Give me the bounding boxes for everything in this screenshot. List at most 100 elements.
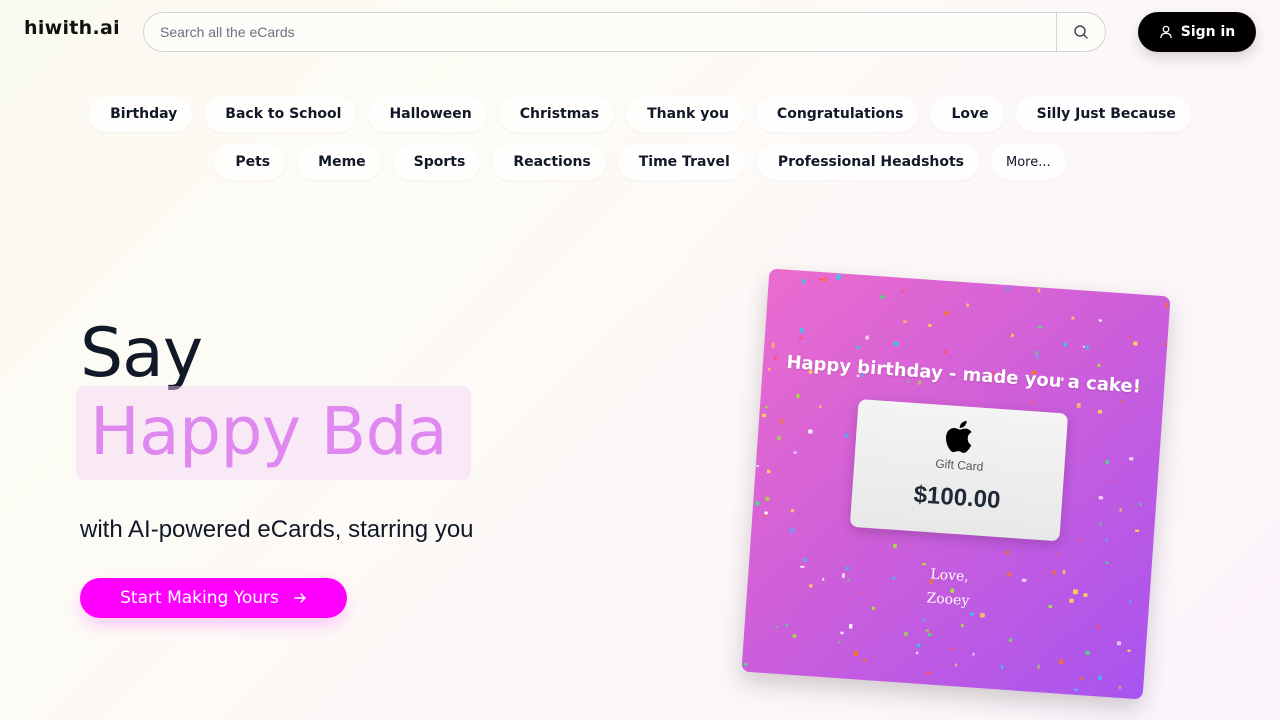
category-chip-congratulations[interactable]: Congratulations (755, 96, 919, 132)
confetti-piece (1139, 502, 1142, 506)
arrow-right-icon (294, 593, 306, 603)
category-chip-thank-you[interactable]: Thank you (626, 96, 744, 132)
confetti-piece (960, 623, 964, 628)
more-categories-button[interactable]: More... (991, 144, 1066, 180)
confetti-piece (1121, 400, 1124, 403)
ecard-preview[interactable]: Happy birthday - made you a cake! Gift C… (741, 268, 1171, 700)
gift-card: Gift Card $100.00 (849, 399, 1069, 542)
confetti-piece (1098, 496, 1104, 500)
search-input[interactable] (144, 13, 1056, 51)
category-chip-time-travel[interactable]: Time Travel (617, 144, 745, 180)
category-chip-back-to-school[interactable]: Back to School (204, 96, 357, 132)
category-chip-love[interactable]: Love (930, 96, 1004, 132)
category-chip-sports[interactable]: Sports (392, 144, 481, 180)
confetti-piece (1105, 538, 1109, 543)
category-row-2: Pets Meme Sports Reactions Time Travel P… (0, 144, 1280, 180)
category-chip-reactions[interactable]: Reactions (492, 144, 606, 180)
confetti-piece (836, 274, 841, 280)
confetti-piece (1006, 550, 1010, 555)
confetti-piece (776, 436, 782, 441)
confetti-piece (1099, 522, 1103, 525)
category-label: Halloween (389, 106, 472, 122)
hero-tagline: with AI-powered eCards, starring you (80, 516, 474, 543)
confetti-piece (743, 662, 748, 666)
sign-in-button[interactable]: Sign in (1138, 12, 1256, 52)
confetti-piece (865, 335, 869, 340)
confetti-piece (925, 629, 929, 632)
sign-in-label: Sign in (1180, 24, 1236, 40)
category-chip-halloween[interactable]: Halloween (368, 96, 487, 132)
confetti-piece (928, 323, 932, 328)
confetti-piece (764, 406, 769, 409)
confetti-piece (1076, 402, 1081, 408)
category-chip-birthday[interactable]: Birthday (89, 96, 193, 132)
confetti-piece (1095, 624, 1100, 630)
confetti-piece (1037, 288, 1041, 293)
hero-animated-text: Happy Bda (90, 393, 448, 470)
confetti-piece (856, 345, 861, 349)
confetti-piece (901, 288, 904, 294)
confetti-piece (1104, 561, 1109, 564)
confetti-piece (808, 429, 813, 434)
confetti-piece (796, 394, 800, 399)
category-label: Pets (235, 154, 271, 170)
confetti-piece (1034, 351, 1039, 355)
category-label: Thank you (647, 106, 729, 122)
category-label: Silly Just Because (1036, 106, 1176, 122)
confetti-piece (1098, 675, 1102, 681)
confetti-piece (893, 341, 899, 346)
confetti-piece (762, 413, 766, 418)
confetti-piece (755, 501, 760, 506)
confetti-piece (883, 326, 886, 330)
start-making-yours-button[interactable]: Start Making Yours (80, 578, 347, 618)
category-label: Sports (413, 154, 466, 170)
confetti-piece (1038, 325, 1043, 329)
gift-card-amount: $100.00 (912, 481, 1002, 515)
site-logo[interactable]: hiwith.ai (24, 17, 120, 39)
category-label: Reactions (513, 154, 591, 170)
confetti-piece (871, 606, 876, 611)
confetti-piece (844, 433, 849, 438)
more-label: More... (1006, 154, 1051, 170)
confetti-piece (838, 641, 841, 644)
confetti-piece (775, 625, 778, 629)
confetti-piece (893, 543, 897, 549)
confetti-piece (766, 469, 771, 474)
confetti-piece (789, 527, 795, 534)
confetti-piece (1127, 649, 1131, 652)
confetti-piece (1074, 688, 1079, 692)
confetti-piece (1079, 676, 1083, 681)
confetti-piece (1134, 529, 1140, 532)
gift-card-label: Gift Card (934, 456, 984, 474)
category-chip-silly-just-because[interactable]: Silly Just Because (1015, 96, 1191, 132)
confetti-piece (972, 652, 975, 656)
confetti-piece (921, 618, 926, 623)
confetti-piece (966, 303, 969, 307)
confetti-piece (1116, 641, 1122, 646)
confetti-piece (1113, 480, 1117, 484)
confetti-piece (903, 631, 909, 637)
confetti-piece (1097, 409, 1103, 414)
confetti-piece (1133, 341, 1138, 346)
confetti-piece (1118, 685, 1122, 690)
confetti-piece (954, 663, 958, 667)
category-chip-pets[interactable]: Pets (214, 144, 286, 180)
category-chip-christmas[interactable]: Christmas (498, 96, 615, 132)
confetti-piece (790, 508, 794, 513)
confetti-piece (1127, 336, 1131, 339)
confetti-piece (792, 634, 797, 638)
category-chip-meme[interactable]: Meme (297, 144, 381, 180)
confetti-piece (798, 336, 803, 340)
search-button[interactable] (1056, 13, 1105, 51)
confetti-piece (916, 643, 921, 648)
confetti-piece (785, 623, 789, 627)
confetti-piece (771, 342, 775, 348)
confetti-piece (1119, 508, 1123, 512)
search-bar (143, 12, 1106, 52)
category-chip-professional-headshots[interactable]: Professional Headshots (756, 144, 980, 180)
category-label: Time Travel (638, 154, 730, 170)
cta-label: Start Making Yours (120, 588, 279, 608)
confetti-piece (949, 647, 955, 650)
confetti-piece (862, 659, 867, 662)
confetti-piece (1011, 333, 1014, 338)
